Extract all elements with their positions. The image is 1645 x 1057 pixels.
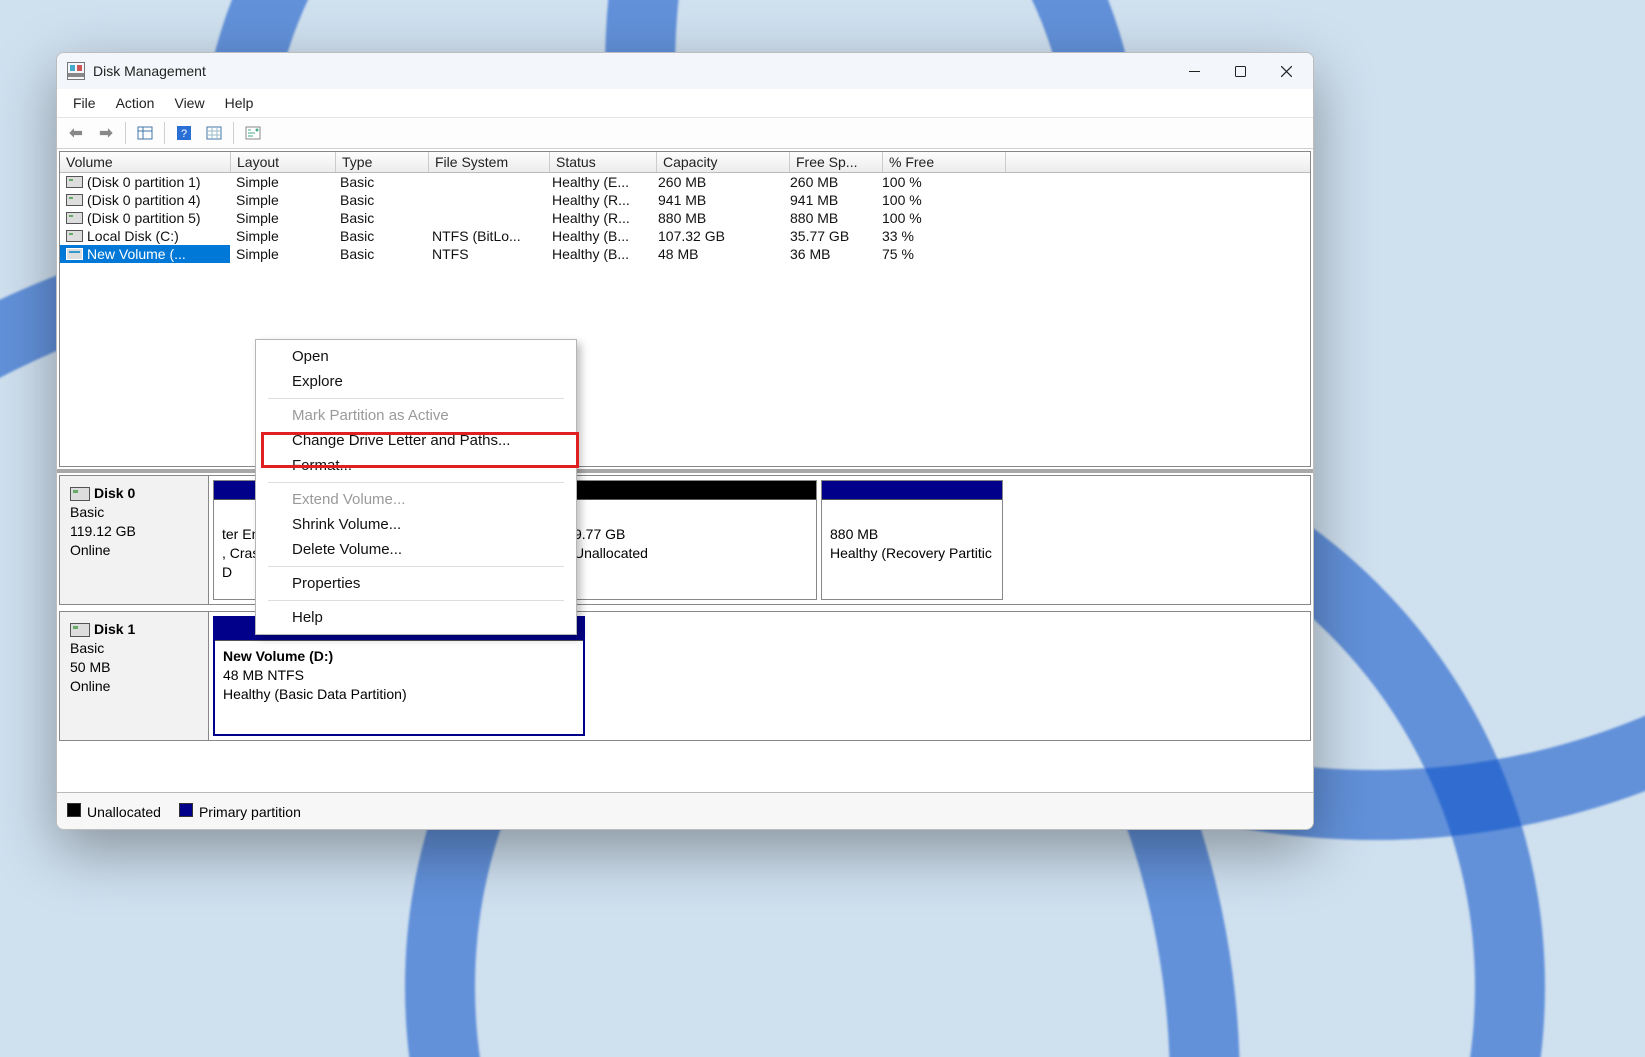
properties-icon — [245, 125, 261, 141]
drive-icon — [66, 248, 83, 260]
disk-row[interactable]: Disk 1Basic50 MBOnlineNew Volume (D:)48 … — [59, 611, 1311, 741]
context-menu-item[interactable]: Explore — [256, 369, 576, 394]
menubar: File Action View Help — [57, 89, 1313, 118]
context-menu[interactable]: OpenExplore Mark Partition as ActiveChang… — [255, 339, 577, 635]
menu-action[interactable]: Action — [106, 89, 165, 117]
partition-info: New Volume (D:)48 MB NTFSHealthy (Basic … — [215, 641, 583, 734]
col-volume[interactable]: Volume — [60, 152, 231, 172]
context-menu-item: Extend Volume... — [256, 487, 576, 512]
context-menu-item[interactable]: Shrink Volume... — [256, 512, 576, 537]
volume-name: (Disk 0 partition 4) — [87, 192, 201, 208]
drive-icon — [66, 194, 83, 206]
swatch-blue-icon — [179, 803, 193, 817]
disk-icon — [70, 623, 90, 637]
legend-primary: Primary partition — [179, 803, 301, 820]
list-header[interactable]: Volume Layout Type File System Status Ca… — [60, 152, 1310, 173]
view-button[interactable] — [200, 120, 228, 146]
col-capacity[interactable]: Capacity — [657, 152, 790, 172]
partition[interactable]: 9.77 GBUnallocated — [565, 480, 817, 600]
app-icon — [67, 62, 85, 80]
partition-info: 9.77 GBUnallocated — [566, 500, 816, 599]
minimize-button[interactable] — [1171, 53, 1217, 89]
disk-label: Disk 1Basic50 MBOnline — [60, 612, 209, 740]
col-filesystem[interactable]: File System — [429, 152, 550, 172]
col-free[interactable]: Free Sp... — [790, 152, 883, 172]
titlebar[interactable]: Disk Management — [57, 53, 1313, 89]
maximize-button[interactable] — [1217, 53, 1263, 89]
drive-icon — [66, 176, 83, 188]
back-button[interactable]: ⬅ — [62, 120, 90, 146]
svg-text:?: ? — [181, 128, 187, 140]
settings-button[interactable] — [239, 120, 267, 146]
drive-icon — [66, 212, 83, 224]
menu-help[interactable]: Help — [215, 89, 264, 117]
close-button[interactable] — [1263, 53, 1309, 89]
swatch-black-icon — [67, 803, 81, 817]
volume-row[interactable]: (Disk 0 partition 5)SimpleBasicHealthy (… — [60, 209, 1310, 227]
menu-view[interactable]: View — [164, 89, 214, 117]
disk-label: Disk 0Basic119.12 GBOnline — [60, 476, 209, 604]
context-menu-item: Mark Partition as Active — [256, 403, 576, 428]
menu-file[interactable]: File — [63, 89, 106, 117]
partition-stripe — [822, 481, 1002, 500]
disk-management-window: Disk Management File Action View Help ⬅ … — [56, 52, 1314, 830]
volume-row[interactable]: Local Disk (C:)SimpleBasicNTFS (BitLo...… — [60, 227, 1310, 245]
volume-name: Local Disk (C:) — [87, 228, 179, 244]
grid-icon — [206, 125, 222, 141]
window-title: Disk Management — [93, 63, 1171, 79]
help-button[interactable]: ? — [170, 120, 198, 146]
volume-list[interactable]: Volume Layout Type File System Status Ca… — [59, 151, 1311, 467]
arrow-right-icon: ➡ — [99, 123, 112, 143]
refresh-button[interactable] — [131, 120, 159, 146]
arrow-left-icon: ⬅ — [69, 123, 82, 143]
disk-icon — [70, 487, 90, 501]
legend-unallocated: Unallocated — [67, 803, 161, 820]
table-icon — [137, 125, 153, 141]
help-icon: ? — [176, 125, 192, 141]
context-menu-item[interactable]: Format... — [256, 453, 576, 478]
context-menu-item[interactable]: Change Drive Letter and Paths... — [256, 428, 576, 453]
partition[interactable]: 880 MBHealthy (Recovery Partitic — [821, 480, 1003, 600]
context-menu-item[interactable]: Open — [256, 344, 576, 369]
legend: Unallocated Primary partition — [57, 792, 1313, 829]
context-menu-item[interactable]: Help — [256, 605, 576, 630]
col-status[interactable]: Status — [550, 152, 657, 172]
partition-info: 880 MBHealthy (Recovery Partitic — [822, 500, 1002, 599]
partition-stripe — [566, 481, 816, 500]
disk-row[interactable]: Disk 0Basic119.12 GBOnlineter Encrypted)… — [59, 475, 1311, 605]
volume-name: New Volume (... — [87, 246, 186, 262]
volume-row[interactable]: New Volume (...SimpleBasicNTFSHealthy (B… — [60, 245, 1310, 263]
forward-button[interactable]: ➡ — [92, 120, 120, 146]
disk-graphical-pane[interactable]: Disk 0Basic119.12 GBOnlineter Encrypted)… — [57, 469, 1313, 792]
volume-row[interactable]: (Disk 0 partition 4)SimpleBasicHealthy (… — [60, 191, 1310, 209]
drive-icon — [66, 230, 83, 242]
volume-name: (Disk 0 partition 5) — [87, 210, 201, 226]
context-menu-item[interactable]: Properties — [256, 571, 576, 596]
toolbar: ⬅ ➡ ? — [57, 118, 1313, 149]
col-pctfree[interactable]: % Free — [883, 152, 1006, 172]
context-menu-item[interactable]: Delete Volume... — [256, 537, 576, 562]
volume-row[interactable]: (Disk 0 partition 1)SimpleBasicHealthy (… — [60, 173, 1310, 191]
col-layout[interactable]: Layout — [231, 152, 336, 172]
col-type[interactable]: Type — [336, 152, 429, 172]
volume-name: (Disk 0 partition 1) — [87, 174, 201, 190]
